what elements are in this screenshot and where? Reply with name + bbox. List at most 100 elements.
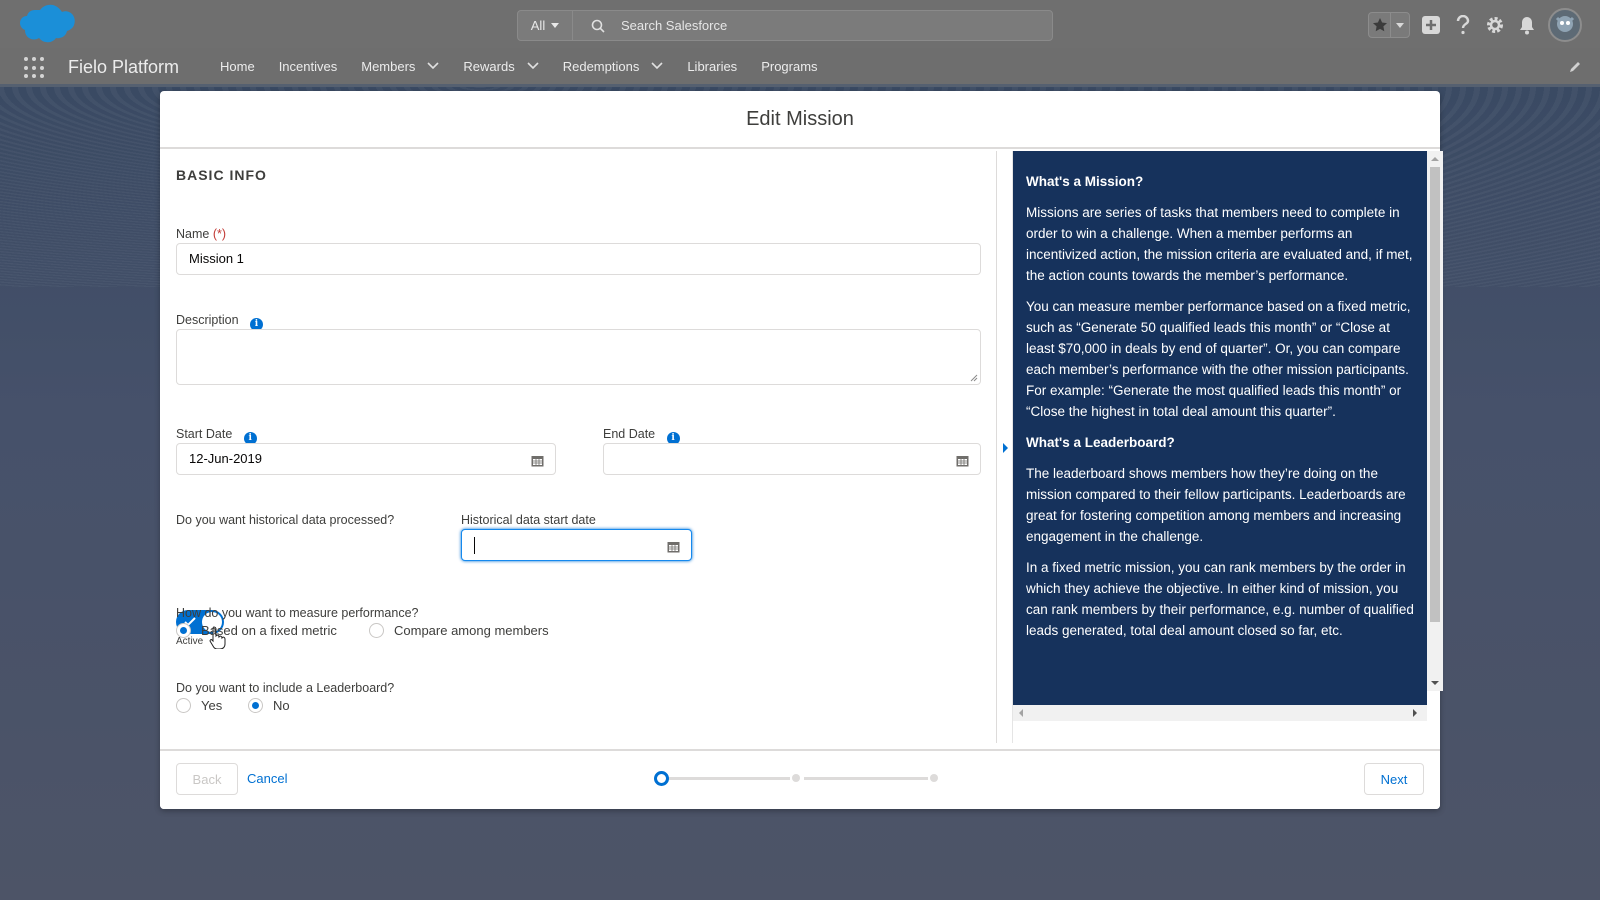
search-scope-label: All bbox=[530, 18, 546, 33]
radio-button[interactable] bbox=[369, 623, 384, 638]
help-horizontal-scrollbar[interactable] bbox=[1013, 705, 1427, 721]
nav-item-incentives[interactable]: Incentives bbox=[279, 59, 338, 74]
add-icon[interactable] bbox=[1420, 14, 1442, 36]
section-title: BASIC INFO bbox=[176, 167, 267, 183]
scrollbar-thumb[interactable] bbox=[1430, 167, 1440, 622]
nav-item-members[interactable]: Members bbox=[361, 59, 439, 74]
caret-down-icon bbox=[551, 23, 560, 28]
search-icon bbox=[591, 19, 605, 33]
pane-divider bbox=[996, 151, 997, 743]
radio-button[interactable] bbox=[176, 623, 191, 638]
leaderboard-label: Do you want to include a Leaderboard? bbox=[176, 681, 395, 695]
calendar-icon[interactable] bbox=[531, 454, 544, 467]
description-textarea[interactable] bbox=[176, 329, 981, 385]
app-name: Fielo Platform bbox=[68, 57, 180, 77]
notifications-bell-icon[interactable] bbox=[1516, 14, 1538, 36]
radio-button[interactable] bbox=[248, 698, 263, 713]
help-paragraph: The leaderboard shows members how they’r… bbox=[1026, 466, 1406, 544]
global-search: All bbox=[517, 10, 1053, 41]
help-paragraph: Missions are series of tasks that member… bbox=[1026, 205, 1413, 283]
radio-compare-members[interactable]: Compare among members bbox=[369, 623, 549, 638]
start-date-input[interactable]: 12-Jun-2019 bbox=[176, 443, 556, 475]
nav-item-rewards[interactable]: Rewards bbox=[463, 58, 539, 74]
nav-item-label: Redemptions bbox=[562, 58, 640, 74]
nav-item-label: Libraries bbox=[687, 58, 738, 74]
start-date-label-text: Start Date bbox=[176, 427, 233, 441]
salesforce-logo[interactable] bbox=[14, 4, 76, 46]
help-icon[interactable] bbox=[1452, 14, 1474, 36]
app-nav-bar: Fielo Platform Home Incentives Members R… bbox=[0, 48, 1600, 87]
progress-step-3[interactable] bbox=[930, 774, 938, 782]
radio-leaderboard-yes[interactable]: Yes bbox=[176, 698, 222, 713]
scroll-left-icon[interactable] bbox=[1019, 709, 1023, 717]
required-marker: (*) bbox=[212, 227, 227, 241]
collapse-panel-icon[interactable] bbox=[1003, 443, 1008, 453]
calendar-icon[interactable] bbox=[956, 454, 969, 467]
search-input[interactable] bbox=[621, 18, 1021, 33]
nav-item-label: Members bbox=[361, 58, 416, 74]
nav-item-redemptions[interactable]: Redemptions bbox=[563, 59, 664, 74]
back-button[interactable]: Back bbox=[176, 763, 238, 795]
historical-start-date-input[interactable] bbox=[461, 529, 692, 561]
header-utility-icons bbox=[1368, 8, 1582, 42]
end-date-input[interactable] bbox=[603, 443, 981, 475]
name-label: Name (*) bbox=[176, 227, 226, 241]
measure-label: How do you want to measure performance? bbox=[176, 606, 419, 620]
nav-item-libraries[interactable]: Libraries bbox=[687, 59, 737, 74]
setup-gear-icon[interactable] bbox=[1484, 14, 1506, 36]
help-heading-leaderboard: What's a Leaderboard? bbox=[1026, 435, 1175, 450]
favorites-group bbox=[1368, 12, 1410, 38]
user-avatar[interactable] bbox=[1548, 8, 1582, 42]
nav-item-home[interactable]: Home bbox=[220, 59, 255, 74]
progress-step-1[interactable] bbox=[654, 771, 669, 786]
nav-item-programs[interactable]: Programs bbox=[761, 59, 817, 74]
help-paragraph: In a fixed metric mission, you can rank … bbox=[1026, 560, 1414, 638]
form-pane: BASIC INFO Name (*) Mission 1 Descriptio… bbox=[160, 151, 996, 743]
start-date-value: 12-Jun-2019 bbox=[189, 451, 262, 466]
radio-label: Yes bbox=[201, 698, 223, 713]
help-vertical-scrollbar[interactable] bbox=[1427, 151, 1443, 691]
app-launcher-icon[interactable] bbox=[24, 57, 46, 79]
progress-line bbox=[804, 777, 928, 780]
radio-button[interactable] bbox=[176, 698, 191, 713]
modal-footer: Back Cancel Next bbox=[160, 749, 1440, 809]
name-input[interactable]: Mission 1 bbox=[176, 243, 981, 275]
modal-header: Edit Mission bbox=[160, 91, 1440, 149]
chevron-down-icon[interactable] bbox=[427, 62, 439, 70]
nav-item-label: Home bbox=[220, 58, 255, 74]
nav-item-label: Rewards bbox=[463, 58, 515, 74]
resize-grip-icon[interactable] bbox=[970, 374, 978, 382]
radio-label: No bbox=[273, 698, 290, 713]
next-button[interactable]: Next bbox=[1364, 763, 1424, 795]
favorites-menu-icon[interactable] bbox=[1391, 13, 1409, 37]
global-header: All bbox=[0, 0, 1600, 48]
nav-item-label: Programs bbox=[761, 58, 818, 74]
progress-step-2[interactable] bbox=[792, 774, 800, 782]
radio-fixed-metric[interactable]: Based on a fixed metric bbox=[176, 623, 337, 638]
name-label-text: Name bbox=[176, 227, 210, 241]
nav-item-label: Incentives bbox=[278, 58, 338, 74]
text-caret bbox=[474, 537, 475, 554]
description-label-text: Description bbox=[176, 313, 239, 327]
wizard-progress bbox=[654, 771, 940, 786]
cancel-button[interactable]: Cancel bbox=[247, 771, 287, 786]
edit-mission-modal: Edit Mission BASIC INFO Name (*) Mission… bbox=[160, 91, 1443, 809]
historical-label: Do you want historical data processed? bbox=[176, 513, 395, 527]
calendar-icon[interactable] bbox=[667, 540, 680, 553]
end-date-label-text: End Date bbox=[603, 427, 656, 441]
radio-label: Based on a fixed metric bbox=[201, 623, 337, 638]
progress-line bbox=[668, 777, 790, 780]
favorites-star-icon[interactable] bbox=[1369, 13, 1391, 37]
radio-leaderboard-no[interactable]: No bbox=[248, 698, 290, 713]
scroll-down-icon[interactable] bbox=[1431, 681, 1439, 685]
chevron-down-icon[interactable] bbox=[527, 62, 539, 70]
modal-title: Edit Mission bbox=[746, 107, 854, 130]
radio-label: Compare among members bbox=[394, 623, 549, 638]
chevron-down-icon[interactable] bbox=[651, 62, 663, 70]
scroll-right-icon[interactable] bbox=[1413, 709, 1417, 717]
help-content: What's a Mission? Missions are series of… bbox=[1013, 151, 1427, 641]
search-scope-select[interactable]: All bbox=[518, 11, 573, 40]
help-panel: What's a Mission? Missions are series of… bbox=[1013, 151, 1427, 711]
edit-nav-pencil-icon[interactable] bbox=[1568, 60, 1582, 74]
scroll-up-icon[interactable] bbox=[1431, 157, 1439, 161]
